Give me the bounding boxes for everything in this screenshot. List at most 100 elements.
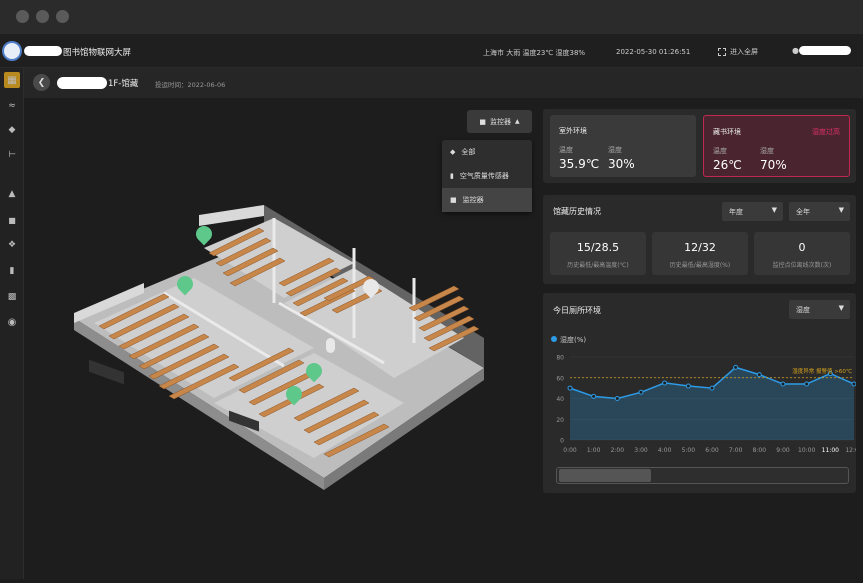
outdoor-temp-label: 温度 — [559, 146, 573, 154]
stat-hum-range-value: 12/32 — [684, 241, 716, 254]
app-title: 图书馆物联网大屏 — [63, 48, 132, 58]
branch-icon[interactable]: ⊢ — [4, 147, 20, 163]
history-period-value: 年度 — [729, 207, 743, 216]
layers-icon: ◆ — [450, 148, 456, 156]
menu-item-camera[interactable]: ■ 监控器 — [442, 188, 532, 212]
environment-panel: 室外环境 温度 35.9℃ 湿度 30% 藏书环境 湿度过高 温度 26℃ 湿度… — [543, 109, 856, 183]
x-tick-label: 2:00 — [611, 447, 625, 454]
redacted-username — [799, 46, 851, 55]
device-filter-selected: 监控器 — [490, 117, 511, 126]
x-tick-label: 10:00 — [798, 447, 815, 454]
camera-icon: ■ — [479, 117, 486, 126]
dashboard-icon[interactable]: ▦ — [4, 72, 20, 88]
chart-scrollbar-thumb[interactable] — [559, 469, 651, 482]
page-title: 1F-馆藏 — [108, 79, 139, 89]
maximize-window-button[interactable] — [56, 10, 69, 23]
stat-offline-count-desc: 监控点位离线次数(次) — [772, 262, 832, 269]
caret-down-icon: ▼ — [838, 304, 844, 312]
storage-title: 藏书环境 — [713, 128, 741, 136]
outdoor-title: 室外环境 — [559, 127, 587, 135]
weather-text: 大雨 — [506, 49, 521, 57]
storage-hum-label: 湿度 — [760, 147, 774, 155]
today-metric-value: 湿度 — [796, 305, 810, 314]
x-tick-label: 5:00 — [682, 447, 696, 454]
device-filter-menu: ◆ 全部 ▮ 空气质量传感器 ■ 监控器 — [442, 140, 532, 212]
y-tick-label: 0 — [560, 438, 564, 445]
data-point — [614, 396, 620, 401]
data-point — [733, 364, 739, 370]
menu-item-all[interactable]: ◆ 全部 — [442, 140, 532, 164]
stat-offline-count-value: 0 — [798, 241, 806, 254]
camera-icon: ■ — [450, 196, 457, 204]
bar-chart-icon[interactable]: ▩ — [4, 289, 20, 305]
data-point — [662, 380, 668, 386]
data-point — [756, 372, 762, 378]
camera-icon[interactable]: ■ — [4, 212, 20, 228]
back-button[interactable]: ❮ — [33, 74, 50, 91]
menu-item-air-sensor-label: 空气质量传感器 — [459, 172, 509, 180]
minimize-window-button[interactable] — [36, 10, 49, 23]
series-area — [570, 367, 854, 440]
outdoor-card: 室外环境 温度 35.9℃ 湿度 30% — [550, 115, 696, 177]
lock-icon[interactable]: ▮ — [4, 263, 20, 279]
user-menu[interactable]: ● — [792, 46, 799, 55]
x-tick-label: 9:00 — [776, 447, 790, 454]
x-tick-label: 4:00 — [658, 447, 672, 454]
breadcrumb: ❮ 1F-馆藏 投运时间：2022-06-06 — [24, 68, 863, 98]
x-tick-label: 0:00 — [563, 447, 577, 454]
menu-item-camera-label: 监控器 — [462, 196, 484, 204]
x-tick-label: 11:00 — [822, 447, 839, 454]
today-title: 今日厕所环境 — [553, 306, 601, 315]
menu-item-air-sensor[interactable]: ▮ 空气质量传感器 — [442, 164, 532, 188]
settings-icon[interactable]: ◉ — [4, 314, 20, 330]
storage-temp-value: 26℃ — [713, 158, 742, 172]
location-text: 上海市 — [483, 49, 504, 57]
y-tick-label: 80 — [556, 355, 564, 362]
x-tick-label: 12:00 — [845, 447, 856, 454]
network-icon[interactable]: ❖ — [4, 237, 20, 253]
data-point — [851, 381, 856, 387]
outdoor-hum-label: 湿度 — [608, 146, 622, 154]
hierarchy-icon[interactable]: ▲ — [4, 186, 20, 202]
temperature-text: 温度23℃ — [522, 49, 554, 57]
legend-swatch — [551, 336, 557, 342]
user-icon: ● — [792, 46, 799, 55]
datetime: 2022-05-30 01:26:51 — [616, 48, 691, 56]
line-chart-icon[interactable]: ≈ — [4, 98, 20, 114]
data-point — [804, 381, 810, 387]
stat-temp-range-desc: 历史最低/最高温度(℃) — [567, 262, 629, 269]
x-tick-label: 8:00 — [753, 447, 767, 454]
caret-down-icon: ▼ — [771, 206, 777, 214]
caret-up-icon: ▲ — [515, 118, 520, 125]
today-metric-select[interactable]: 湿度 ▼ — [789, 300, 850, 319]
storage-temp-label: 温度 — [713, 147, 727, 155]
fullscreen-icon — [718, 48, 726, 56]
x-tick-label: 3:00 — [634, 447, 648, 454]
thermometer-icon: ▮ — [450, 172, 454, 180]
data-point — [709, 385, 715, 391]
stat-temp-range: 15/28.5 历史最低/最高温度(℃) — [550, 232, 646, 275]
device-filter-dropdown[interactable]: ■ 监控器 ▲ — [467, 110, 532, 133]
data-point — [638, 389, 644, 395]
caret-down-icon: ▼ — [838, 206, 844, 214]
storage-hum-value: 70% — [760, 158, 787, 172]
legend-label: 湿度(%) — [560, 335, 586, 344]
close-window-button[interactable] — [16, 10, 29, 23]
commission-date: 投运时间：2022-06-06 — [155, 81, 226, 89]
outdoor-temp-value: 35.9℃ — [559, 157, 600, 171]
fullscreen-button[interactable]: 进入全屏 — [718, 47, 758, 57]
history-period-select[interactable]: 年度 ▼ — [722, 202, 783, 221]
storage-alert: 湿度过高 — [812, 128, 840, 136]
outdoor-hum-value: 30% — [608, 157, 635, 171]
history-range-value: 全年 — [796, 207, 810, 216]
x-tick-label: 7:00 — [729, 447, 743, 454]
fullscreen-label: 进入全屏 — [730, 48, 758, 56]
sensor-marker-2[interactable] — [326, 338, 335, 353]
y-tick-label: 20 — [556, 417, 564, 424]
storage-card: 藏书环境 湿度过高 温度 26℃ 湿度 70% — [703, 115, 850, 177]
chart-scrollbar[interactable] — [556, 467, 849, 484]
layers-icon[interactable]: ◆ — [4, 122, 20, 138]
history-title: 馆藏历史情况 — [553, 207, 601, 216]
stat-temp-range-value: 15/28.5 — [576, 241, 620, 254]
history-range-select[interactable]: 全年 ▼ — [789, 202, 850, 221]
